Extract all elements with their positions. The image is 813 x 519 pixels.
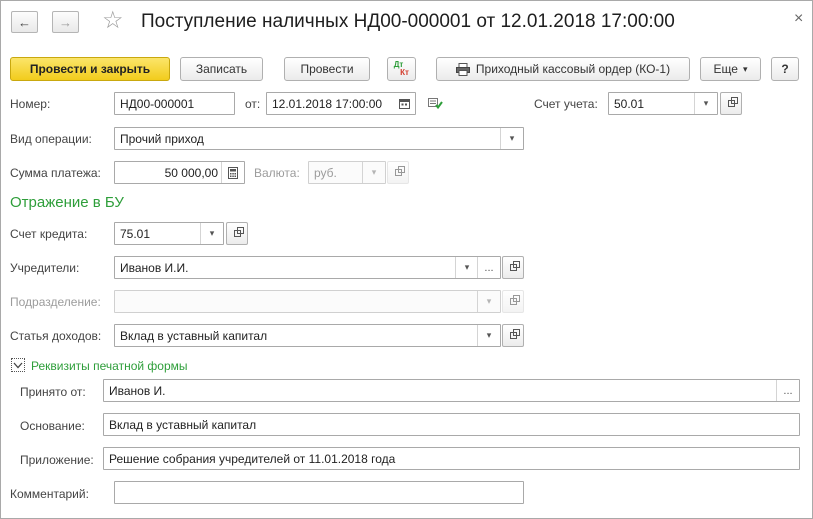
print-cash-order-label: Приходный кассовый ордер (КО-1) (475, 62, 671, 76)
calendar-icon[interactable] (393, 93, 415, 114)
bu-section-title: Отражение в БУ (10, 194, 124, 211)
document-status-icon[interactable] (428, 97, 443, 113)
account-field[interactable]: 50.01 ▾ (608, 92, 718, 115)
favorite-star-icon[interactable]: ☆ (102, 8, 124, 34)
chevron-down-icon: ▾ (362, 162, 385, 183)
credit-account-value: 75.01 (120, 227, 151, 241)
operation-field[interactable]: Прочий приход ▾ (114, 127, 524, 150)
open-icon (233, 227, 244, 237)
post-and-close-button[interactable]: Провести и закрыть (10, 57, 170, 81)
number-label: Номер: (10, 97, 51, 111)
print-section-toggle[interactable] (11, 358, 25, 372)
printer-icon (455, 62, 470, 76)
amount-label: Сумма платежа: (10, 166, 101, 180)
received-from-field[interactable]: Иванов И. ... (103, 379, 800, 402)
income-item-value: Вклад в уставный капитал (120, 329, 268, 343)
number-value: НД00-000001 (120, 97, 195, 111)
operation-value: Прочий приход (120, 132, 204, 146)
arrow-right-icon: → (59, 14, 72, 30)
close-icon[interactable]: × (794, 10, 803, 28)
open-division-button (502, 290, 524, 313)
calculator-icon[interactable] (221, 162, 244, 183)
currency-value: руб. (314, 166, 337, 180)
more-label: Еще (713, 62, 738, 76)
dt-kt-button[interactable]: Дт Кт (387, 57, 416, 81)
attachment-value: Решение собрания учредителей от 11.01.20… (109, 452, 396, 466)
print-cash-order-button[interactable]: Приходный кассовый ордер (КО-1) (436, 57, 690, 81)
received-from-value: Иванов И. (109, 384, 166, 398)
operation-label: Вид операции: (10, 132, 92, 146)
chevron-down-icon[interactable]: ▾ (477, 325, 500, 346)
income-item-field[interactable]: Вклад в уставный капитал ▾ (114, 324, 501, 347)
open-account-button[interactable] (720, 92, 742, 115)
post-button[interactable]: Провести (284, 57, 370, 81)
comment-label: Комментарий: (10, 487, 89, 501)
open-currency-button (387, 161, 409, 184)
forward-button[interactable]: → (52, 11, 79, 33)
open-icon (509, 261, 520, 271)
account-label: Счет учета: (534, 97, 598, 111)
founders-value: Иванов И.И. (120, 261, 189, 275)
select-ellipsis-button[interactable]: ... (776, 380, 799, 401)
chevron-down-icon (13, 362, 23, 368)
help-button[interactable]: ? (771, 57, 799, 81)
save-button[interactable]: Записать (180, 57, 263, 81)
select-ellipsis-button[interactable]: ... (477, 257, 500, 278)
open-icon (509, 329, 520, 339)
open-icon (394, 166, 405, 176)
basis-label: Основание: (20, 419, 85, 433)
currency-field: руб. ▾ (308, 161, 386, 184)
basis-field[interactable]: Вклад в уставный капитал (103, 413, 800, 436)
amount-value: 50 000,00 (164, 166, 218, 180)
currency-label: Валюта: (254, 166, 300, 180)
founders-field[interactable]: Иванов И.И. ▾ ... (114, 256, 501, 279)
comment-field[interactable] (114, 481, 524, 504)
chevron-down-icon[interactable]: ▾ (455, 257, 478, 278)
date-value: 12.01.2018 17:00:00 (272, 97, 383, 111)
founders-label: Учредители: (10, 261, 80, 275)
received-from-label: Принято от: (20, 385, 86, 399)
date-label: от: (245, 97, 261, 111)
document-window: ← → ☆ Поступление наличных НД00-000001 о… (0, 0, 813, 519)
chevron-down-icon: ▾ (742, 63, 748, 74)
back-button[interactable]: ← (11, 11, 38, 33)
attachment-label: Приложение: (20, 453, 94, 467)
income-item-label: Статья доходов: (10, 329, 102, 343)
window-title: Поступление наличных НД00-000001 от 12.0… (141, 11, 675, 32)
more-button[interactable]: Еще ▾ (700, 57, 761, 81)
chevron-down-icon: ▾ (477, 291, 500, 312)
attachment-field[interactable]: Решение собрания учредителей от 11.01.20… (103, 447, 800, 470)
division-label: Подразделение: (10, 295, 101, 309)
chevron-down-icon[interactable]: ▾ (200, 223, 223, 244)
date-field[interactable]: 12.01.2018 17:00:00 (266, 92, 416, 115)
chevron-down-icon[interactable]: ▾ (500, 128, 523, 149)
chevron-down-icon[interactable]: ▾ (694, 93, 717, 114)
open-icon (509, 295, 520, 305)
print-section-title[interactable]: Реквизиты печатной формы (31, 359, 188, 373)
credit-account-label: Счет кредита: (10, 227, 88, 241)
credit-account-field[interactable]: 75.01 ▾ (114, 222, 224, 245)
division-field: ▾ (114, 290, 501, 313)
account-value: 50.01 (614, 97, 645, 111)
open-credit-account-button[interactable] (226, 222, 248, 245)
open-income-item-button[interactable] (502, 324, 524, 347)
open-icon (727, 97, 738, 107)
amount-field[interactable]: 50 000,00 (114, 161, 245, 184)
kt-label: Кт (400, 68, 409, 77)
open-founders-button[interactable] (502, 256, 524, 279)
basis-value: Вклад в уставный капитал (109, 418, 257, 432)
number-field[interactable]: НД00-000001 (114, 92, 235, 115)
arrow-left-icon: ← (18, 14, 31, 30)
